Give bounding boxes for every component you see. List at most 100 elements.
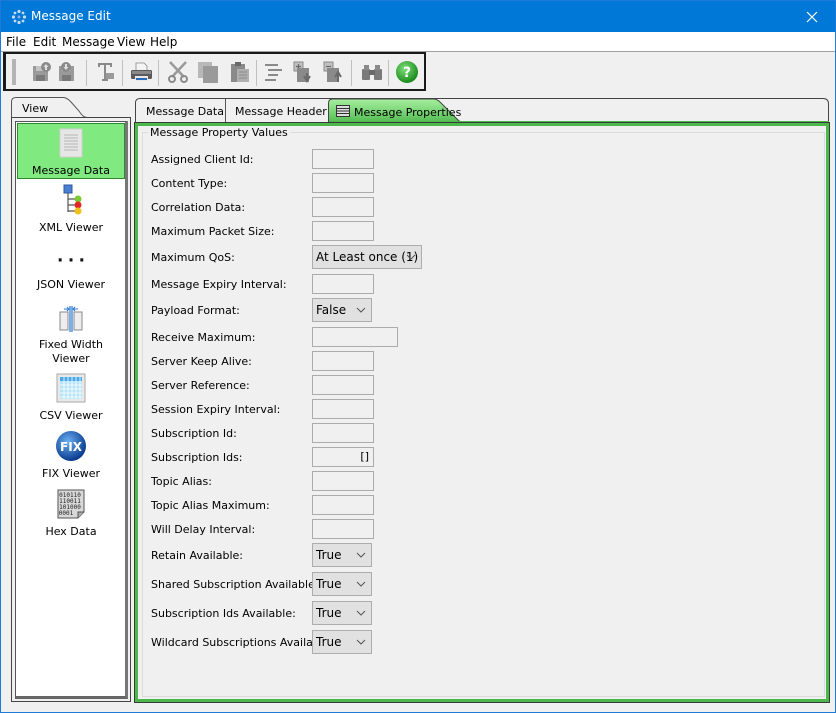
will-delay-interval-input[interactable]	[312, 519, 374, 539]
copy-icon	[198, 62, 218, 83]
view-item-label: XML Viewer	[38, 221, 104, 234]
chevron-down-icon	[356, 639, 366, 645]
toolbar-separator	[86, 60, 87, 86]
combo-value: True	[316, 577, 342, 591]
menu-help[interactable]: Help	[150, 35, 177, 49]
view-item-xml-viewer[interactable]: XML Viewer	[17, 184, 125, 236]
shared-subscription-available-select[interactable]: True	[312, 572, 372, 596]
copy-button[interactable]	[196, 60, 220, 84]
list-icon	[336, 105, 350, 117]
subscription-id-input[interactable]	[312, 423, 374, 443]
toolbar-separator	[388, 60, 389, 86]
combo-value: True	[316, 635, 342, 649]
save-up-icon	[33, 62, 51, 81]
wildcard-subscriptions-available-select[interactable]: True	[312, 630, 372, 654]
view-item-fix-viewer[interactable]: FIX FIX Viewer	[17, 430, 125, 482]
combo-value: At Least once (1)	[316, 250, 419, 264]
toolbar-separator	[256, 60, 257, 86]
chevron-down-icon	[356, 610, 366, 616]
content-type-input[interactable]	[312, 173, 374, 193]
close-button[interactable]	[789, 1, 835, 32]
toolbar-grip[interactable]	[12, 59, 16, 85]
save-down-icon	[59, 62, 74, 81]
assigned-client-id-input[interactable]	[312, 149, 374, 169]
find-button[interactable]	[360, 60, 384, 84]
field-label: Content Type:	[151, 177, 228, 190]
toolbar: ?	[3, 52, 426, 91]
receive-maximum-input[interactable]	[312, 327, 398, 347]
window-title: Message Edit	[31, 9, 111, 23]
menu-edit[interactable]: Edit	[33, 35, 56, 49]
combo-value: True	[316, 606, 342, 620]
view-item-json-viewer[interactable]: {···} JSON Viewer	[17, 244, 125, 294]
align-icon	[265, 64, 282, 81]
retain-available-select[interactable]: True	[312, 543, 372, 567]
field-label: Subscription Ids Available:	[151, 607, 296, 620]
scissors-icon	[168, 61, 188, 83]
svg-text:FIX: FIX	[60, 440, 83, 454]
field-label: Maximum QoS:	[151, 251, 235, 264]
print-button[interactable]	[129, 60, 153, 84]
server-reference-input[interactable]	[312, 375, 374, 395]
paste-button[interactable]	[228, 60, 252, 84]
maximum-qos-select[interactable]: At Least once (1)	[312, 245, 422, 269]
chevron-down-icon	[406, 254, 416, 260]
save-download-button[interactable]	[56, 60, 80, 84]
fixed-width-icon	[59, 306, 83, 332]
clipboard-icon	[231, 62, 249, 82]
view-item-label: Fixed Width	[39, 338, 103, 351]
view-item-fixed-width-viewer[interactable]: Fixed Width Viewer	[17, 302, 125, 368]
chevron-down-icon	[356, 307, 366, 313]
view-item-label: JSON Viewer	[36, 278, 105, 291]
field-label: Session Expiry Interval:	[151, 403, 281, 416]
help-icon: ?	[396, 61, 418, 83]
cut-button[interactable]	[166, 60, 190, 84]
subscription-ids-available-select[interactable]: True	[312, 601, 372, 625]
view-item-label: Viewer	[52, 352, 90, 365]
document-icon	[59, 128, 83, 158]
payload-format-select[interactable]: False	[312, 298, 372, 322]
topic-alias-maximum-input[interactable]	[312, 495, 374, 515]
session-expiry-interval-input[interactable]	[312, 399, 374, 419]
view-tab-label: View	[22, 102, 49, 115]
menu-message[interactable]: Message	[62, 35, 115, 49]
save-upload-button[interactable]	[30, 60, 54, 84]
subscription-ids-input[interactable]: []	[312, 447, 374, 467]
json-braces-icon: {···}	[55, 250, 87, 271]
binoculars-icon	[362, 65, 382, 80]
view-item-csv-viewer[interactable]: CSV Viewer	[17, 372, 125, 424]
view-item-label: Hex Data	[45, 525, 97, 538]
group-title: Message Property Values	[148, 126, 290, 139]
view-item-label: FIX Viewer	[42, 467, 100, 480]
toolbar-separator	[158, 60, 159, 86]
tab-message-header[interactable]: Message Header	[235, 99, 327, 124]
remove-property-button[interactable]	[322, 60, 346, 84]
view-item-hex-data[interactable]: 010110 110011 101000 0001 Hex Data	[17, 488, 125, 540]
field-label: Topic Alias:	[151, 475, 212, 488]
tab-message-properties[interactable]: Message Properties	[336, 99, 461, 124]
tab-message-data[interactable]: Message Data	[146, 99, 224, 124]
view-item-label: CSV Viewer	[39, 409, 103, 422]
help-button[interactable]: ?	[395, 60, 419, 84]
field-label: Server Reference:	[151, 379, 250, 392]
field-label: Server Keep Alive:	[151, 355, 252, 368]
chevron-down-icon	[356, 581, 366, 587]
view-item-message-data[interactable]: Message Data	[17, 123, 125, 179]
menu-view[interactable]: View	[117, 35, 145, 49]
hex-data-icon: 010110 110011 101000 0001	[57, 489, 85, 519]
menu-file[interactable]: File	[6, 35, 26, 49]
align-button[interactable]	[262, 60, 286, 84]
field-label: Maximum Packet Size:	[151, 225, 275, 238]
server-keep-alive-input[interactable]	[312, 351, 374, 371]
xml-tree-icon	[63, 184, 82, 215]
format-text-button[interactable]	[94, 60, 118, 84]
topic-alias-input[interactable]	[312, 471, 374, 491]
app-icon	[11, 9, 27, 25]
field-label: Subscription Ids:	[151, 451, 243, 464]
fix-globe-icon: FIX	[56, 431, 86, 461]
message-expiry-interval-input[interactable]	[312, 274, 374, 294]
maximum-packet-size-input[interactable]	[312, 221, 374, 241]
correlation-data-input[interactable]	[312, 197, 374, 217]
field-label: Will Delay Interval:	[151, 523, 256, 536]
add-property-button[interactable]	[292, 60, 316, 84]
